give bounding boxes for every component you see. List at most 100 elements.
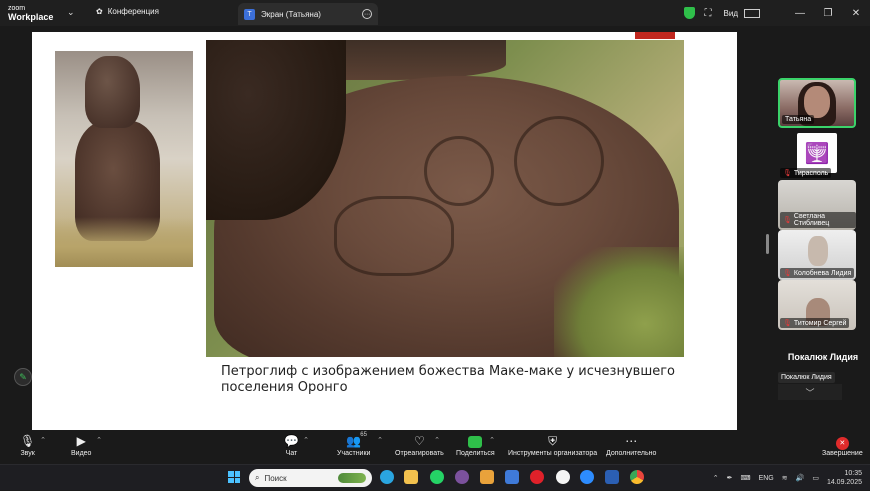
title-bar: zoom Workplace ⌄ ✿ Конференция T Экран (… xyxy=(0,0,870,26)
gallery-scroll-down-button[interactable]: ﹀ xyxy=(778,384,842,400)
participant-name: 🎙 Тирасполь xyxy=(780,168,832,178)
conference-menu[interactable]: ✿ Конференция xyxy=(96,7,159,16)
active-speaker-name: Покалюк Лидия xyxy=(787,352,859,362)
camera-off-icon: ▶ xyxy=(76,434,86,448)
viber-icon[interactable] xyxy=(455,470,469,484)
avatar-figure-shape xyxy=(808,236,828,266)
paw-icon: ✿ xyxy=(96,7,103,16)
search-highlight-icon xyxy=(338,473,366,483)
more-dots-icon: ⋯ xyxy=(625,434,638,448)
end-call-icon: ✕ xyxy=(835,434,849,450)
end-label: Завершение xyxy=(822,450,863,457)
moai-grass-shape xyxy=(55,217,193,267)
windows-taskbar: ⌕ Поиск ⌃ ✒ ⌨ ENG ≋ 🔊 ▭ 10:35 14.09.2025 xyxy=(0,464,870,490)
keyboard-icon[interactable]: ⌨ xyxy=(740,474,750,482)
participant-tile-active[interactable]: Татьяна xyxy=(778,78,856,128)
participant-tile[interactable]: 🕎 🎙 Тирасполь xyxy=(778,130,856,180)
fullscreen-icon[interactable]: ⛶ xyxy=(705,8,712,19)
view-layout-icon[interactable] xyxy=(744,8,760,18)
audio-button[interactable]: 🎙 Звук xyxy=(20,434,35,457)
tray-expand-icon[interactable]: ⌃ xyxy=(713,474,719,482)
logo-workplace-text: Workplace xyxy=(8,12,54,22)
calendar-icon[interactable] xyxy=(505,470,519,484)
wifi-icon[interactable]: ≋ xyxy=(782,474,788,482)
word-icon[interactable] xyxy=(605,470,619,484)
meeting-toolbar: 🎙 Звук ⌃ ▶ Видео ⌃ 💬 Чат ⌃ 👥 65 Участники… xyxy=(0,430,870,464)
react-label: Отреагировать xyxy=(395,450,444,457)
shield-icon: ⛨ xyxy=(548,434,558,448)
participant-tile[interactable]: 🎙 Колобнева Лидия xyxy=(778,230,856,280)
heart-icon: ♡ xyxy=(414,434,425,448)
participant-tile[interactable]: 🎙 Светлана Стибливец xyxy=(778,180,856,230)
host-tools-label: Инструменты организатора xyxy=(508,450,598,457)
chat-bubble-icon: 💬 xyxy=(284,434,299,448)
participant-name: 🎙 Титомир Сергей xyxy=(780,318,850,328)
mic-muted-icon: 🎙 xyxy=(783,320,792,327)
pen-tray-icon[interactable]: ✒ xyxy=(727,474,733,482)
slide-red-mark xyxy=(635,32,675,39)
chat-button[interactable]: 💬 Чат xyxy=(284,434,299,457)
share-screen-icon xyxy=(468,434,483,450)
participants-count: 65 xyxy=(360,432,367,438)
grass-shape xyxy=(554,247,684,357)
moai-head-shape xyxy=(85,56,140,128)
close-button[interactable]: ✕ xyxy=(842,8,870,19)
windows-start-icon[interactable] xyxy=(228,471,240,483)
clock[interactable]: 10:35 14.09.2025 xyxy=(827,469,862,487)
language-indicator[interactable]: ENG xyxy=(759,475,774,482)
audio-label: Звук xyxy=(20,450,35,457)
search-placeholder: Поиск xyxy=(264,473,287,483)
app-menu-chevron-icon[interactable]: ⌄ xyxy=(67,7,75,18)
mic-muted-icon: 🎙 xyxy=(20,434,36,448)
participant-name: 🎙 Колобнева Лидия xyxy=(780,268,855,278)
taskbar-search[interactable]: ⌕ Поиск xyxy=(249,469,372,487)
opera-icon[interactable] xyxy=(530,470,544,484)
telegram-icon[interactable] xyxy=(380,470,394,484)
participant-tile[interactable]: 🎙 Титомир Сергей xyxy=(778,280,856,330)
whatsapp-icon[interactable] xyxy=(430,470,444,484)
zoom-icon[interactable] xyxy=(580,470,594,484)
slide-caption: Петроглиф с изображением божества Маке-м… xyxy=(221,364,675,395)
video-button[interactable]: ▶ Видео xyxy=(71,434,91,457)
tab-label: Экран (Татьяна) xyxy=(261,9,321,19)
battery-icon[interactable]: ▭ xyxy=(812,474,819,482)
host-tools-button[interactable]: ⛨ Инструменты организатора xyxy=(508,434,597,457)
carving-eye-left xyxy=(424,136,494,206)
tab-menu-icon[interactable]: ⋯ xyxy=(362,9,372,19)
shared-screen: Петроглиф с изображением божества Маке-м… xyxy=(0,26,770,430)
participant-name: 🎙 Светлана Стибливец xyxy=(780,212,856,228)
maximize-button[interactable]: ❐ xyxy=(814,8,842,19)
tab-badge: T xyxy=(244,8,255,20)
more-button[interactable]: ⋯ Дополнительно xyxy=(606,434,656,457)
yandex-icon[interactable] xyxy=(556,470,570,484)
mic-muted-icon: 🎙 xyxy=(783,270,792,277)
tab-screen-share[interactable]: T Экран (Татьяна) ⋯ xyxy=(238,3,378,25)
volume-icon[interactable]: 🔊 xyxy=(796,474,805,482)
view-button[interactable]: Вид xyxy=(724,9,738,18)
active-speaker-chip: Покалюк Лидия xyxy=(778,372,835,383)
file-explorer-icon[interactable] xyxy=(404,470,418,484)
chat-label: Чат xyxy=(285,450,298,457)
participant-name: Татьяна xyxy=(782,115,815,124)
conference-label: Конференция xyxy=(107,7,159,16)
encryption-shield-icon[interactable] xyxy=(683,7,695,19)
carving-eye-right xyxy=(514,116,604,206)
more-label: Дополнительно xyxy=(606,450,657,457)
photos-icon[interactable] xyxy=(480,470,494,484)
clock-time: 10:35 xyxy=(844,470,862,477)
titlebar-controls: ⛶ Вид — ❐ ✕ xyxy=(683,0,870,26)
mic-muted-icon: 🎙 xyxy=(783,217,792,224)
stage-scrollbar[interactable] xyxy=(766,234,769,254)
avatar-face-shape xyxy=(804,86,830,118)
clock-date: 14.09.2025 xyxy=(826,479,862,486)
chrome-icon[interactable] xyxy=(630,470,644,484)
share-label: Поделиться xyxy=(456,450,495,457)
annotate-pen-icon[interactable]: ✎ xyxy=(14,368,32,386)
participants-button[interactable]: 👥 65 Участники xyxy=(337,432,370,457)
people-icon: 👥 65 xyxy=(346,432,367,448)
minimize-button[interactable]: — xyxy=(786,8,814,19)
carving-mouth xyxy=(334,196,454,276)
menorah-icon: 🕎 xyxy=(797,133,837,173)
zoom-logo: zoom Workplace xyxy=(8,4,53,22)
end-meeting-button[interactable]: ✕ Завершение xyxy=(822,434,863,457)
